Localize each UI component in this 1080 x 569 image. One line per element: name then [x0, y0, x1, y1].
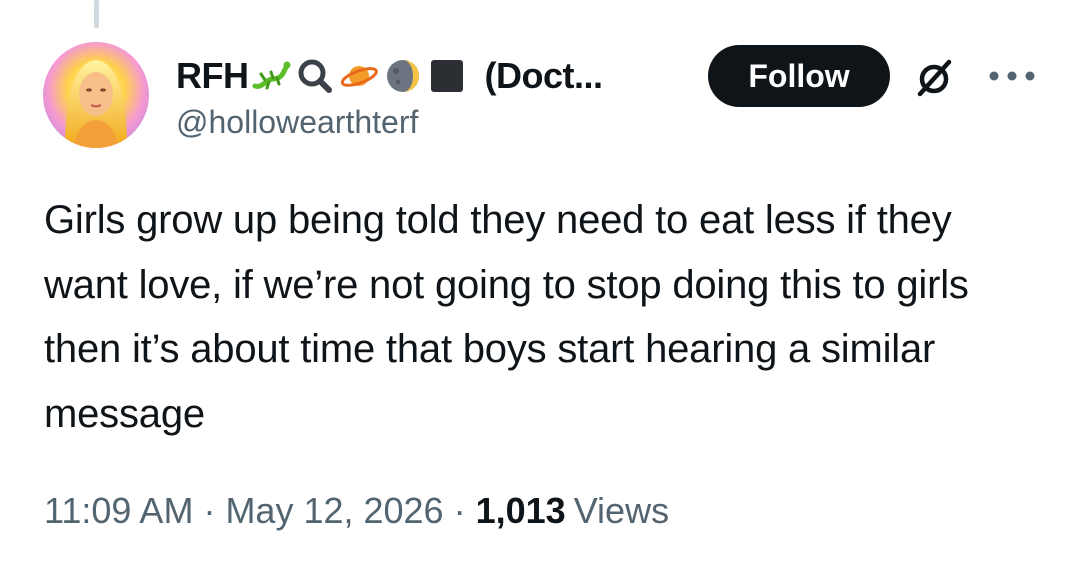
lizard-emoji-icon [252, 61, 290, 90]
meta-separator: · [453, 490, 466, 531]
tweet-header: RFH (Doct... @hollowearthterf Follow [176, 44, 1040, 154]
views-label[interactable]: Views [574, 490, 669, 532]
tweet-time[interactable]: 11:09 AM [44, 490, 193, 532]
avatar-image [43, 42, 149, 148]
more-options-icon[interactable] [986, 66, 1038, 86]
tweet-text: Girls grow up being told they need to ea… [44, 198, 969, 436]
black-square-emoji-icon [430, 60, 463, 92]
author-handle[interactable]: @hollowearthterf [176, 104, 418, 141]
moon-emoji-icon [386, 60, 419, 92]
thread-connector-line [94, 0, 99, 28]
ringed-planet-emoji-icon [340, 66, 378, 87]
magnifier-emoji-icon [298, 59, 332, 93]
tweet-card: RFH (Doct... @hollowearthterf Follow Gir… [0, 0, 1080, 569]
meta-separator: · [203, 490, 216, 531]
name-emoji-set [251, 56, 471, 96]
author-name-row[interactable]: RFH (Doct... [176, 52, 603, 100]
follow-button[interactable]: Follow [708, 45, 890, 107]
author-display-name[interactable]: RFH [176, 55, 249, 97]
views-count[interactable]: 1,013 [476, 490, 566, 532]
grok-icon[interactable] [914, 58, 954, 98]
tweet-date[interactable]: May 12, 2026 [225, 490, 443, 532]
tweet-metadata: 11:09 AM · May 12, 2026 · 1,013 Views [44, 490, 669, 532]
avatar[interactable] [43, 42, 149, 148]
author-name-suffix[interactable]: (Doct... [485, 55, 604, 97]
